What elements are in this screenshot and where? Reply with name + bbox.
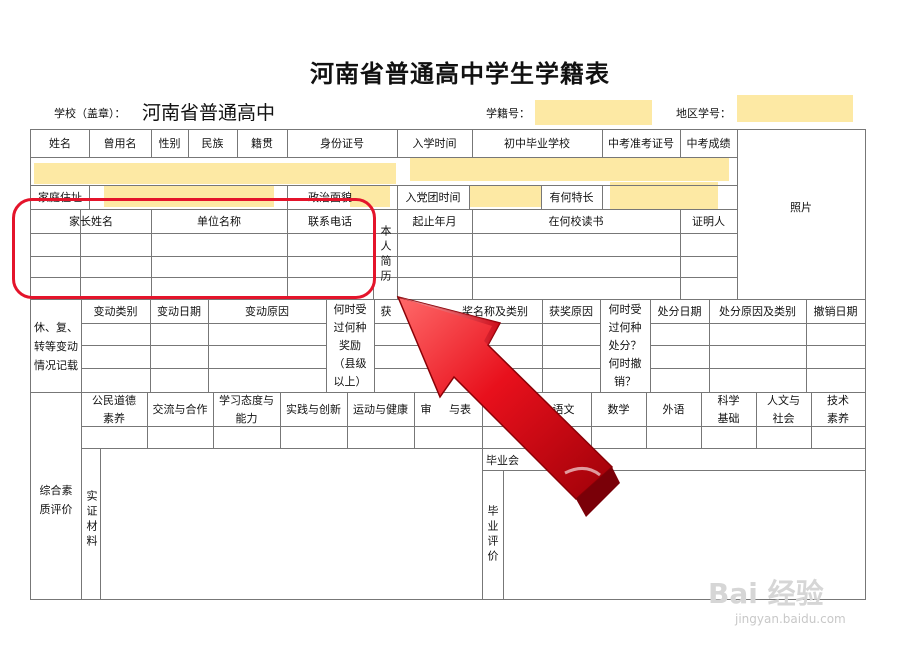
award-when-label: 何时受过何种奖励（县级以上） — [333, 303, 367, 388]
reg-number-value — [535, 100, 652, 125]
highlight-oval — [12, 198, 376, 299]
humanities-header: 人文与社会 — [767, 394, 800, 425]
table-line — [650, 323, 866, 324]
exam-score-header: 中考成绩 — [686, 136, 731, 150]
enroll-time-header: 入学时间 — [412, 136, 457, 150]
punish-date-header: 处分日期 — [657, 304, 702, 318]
ethnicity-header: 民族 — [201, 136, 224, 150]
english-header: 外语 — [662, 402, 685, 416]
page-title: 河南省普通高中学生学籍表 — [310, 60, 610, 88]
resume-witness-header: 证明人 — [692, 214, 725, 228]
change-reason-header: 变动原因 — [245, 304, 289, 318]
table-line — [30, 185, 737, 186]
school-value: 河南省普通高中 — [142, 102, 276, 124]
row2-filled-right — [410, 157, 729, 181]
former-name-header: 曾用名 — [103, 136, 137, 150]
row2-filled-left — [34, 163, 396, 184]
learning-header: 学习态度与能力 — [219, 394, 274, 425]
junior-school-header: 初中毕业学校 — [504, 136, 570, 150]
change-date-header: 变动日期 — [157, 304, 201, 318]
id-card-header: 身份证号 — [320, 136, 364, 150]
revoke-date-header: 撤销日期 — [813, 304, 858, 318]
native-place-header: 籍贯 — [251, 136, 273, 150]
resume-school-header: 在何校读书 — [548, 214, 604, 228]
resume-period-header: 起止年月 — [412, 214, 457, 228]
table-line — [865, 129, 866, 600]
exam-no-header: 中考准考证号 — [608, 136, 674, 150]
watermark-brand: Bai 经验 — [708, 577, 824, 610]
specialty-label: 有何特长 — [549, 191, 594, 205]
table-line — [81, 368, 326, 369]
civic-header: 公民道德素养 — [92, 394, 136, 425]
punish-reason-header: 处分原因及类别 — [719, 304, 796, 318]
photo-box: 照片 — [790, 200, 812, 214]
science-header: 科学基础 — [717, 394, 740, 425]
watermark-url: jingyan.baidu.com — [735, 612, 846, 626]
changes-side-label: 休、复、转等变动情况记载 — [34, 320, 78, 372]
name-header: 姓名 — [49, 136, 71, 150]
league-time-label: 入党团时间 — [405, 191, 461, 205]
technology-header: 技术素养 — [827, 394, 849, 425]
change-type-header: 变动类别 — [93, 304, 138, 318]
table-line — [81, 323, 326, 324]
material-label: 实证材料 — [85, 490, 98, 550]
table-line — [81, 345, 326, 346]
area-number-value — [737, 95, 853, 122]
area-number-label: 地区学号： — [676, 107, 731, 120]
evaluation-side-label: 综合素质评价 — [39, 484, 73, 516]
practice-header: 实践与创新 — [286, 402, 341, 416]
gender-header: 性别 — [158, 136, 181, 150]
table-line — [650, 368, 866, 369]
cooperation-header: 交流与合作 — [152, 402, 208, 416]
table-line — [602, 185, 603, 209]
specialty-value — [610, 182, 718, 209]
table-line — [650, 345, 866, 346]
league-time-value — [469, 186, 541, 207]
table-line — [469, 185, 470, 209]
reg-number-label: 学籍号： — [486, 107, 530, 120]
school-label: 学校（盖章）： — [54, 107, 126, 120]
table-line — [30, 157, 737, 158]
pointer-arrow-icon — [396, 295, 620, 517]
